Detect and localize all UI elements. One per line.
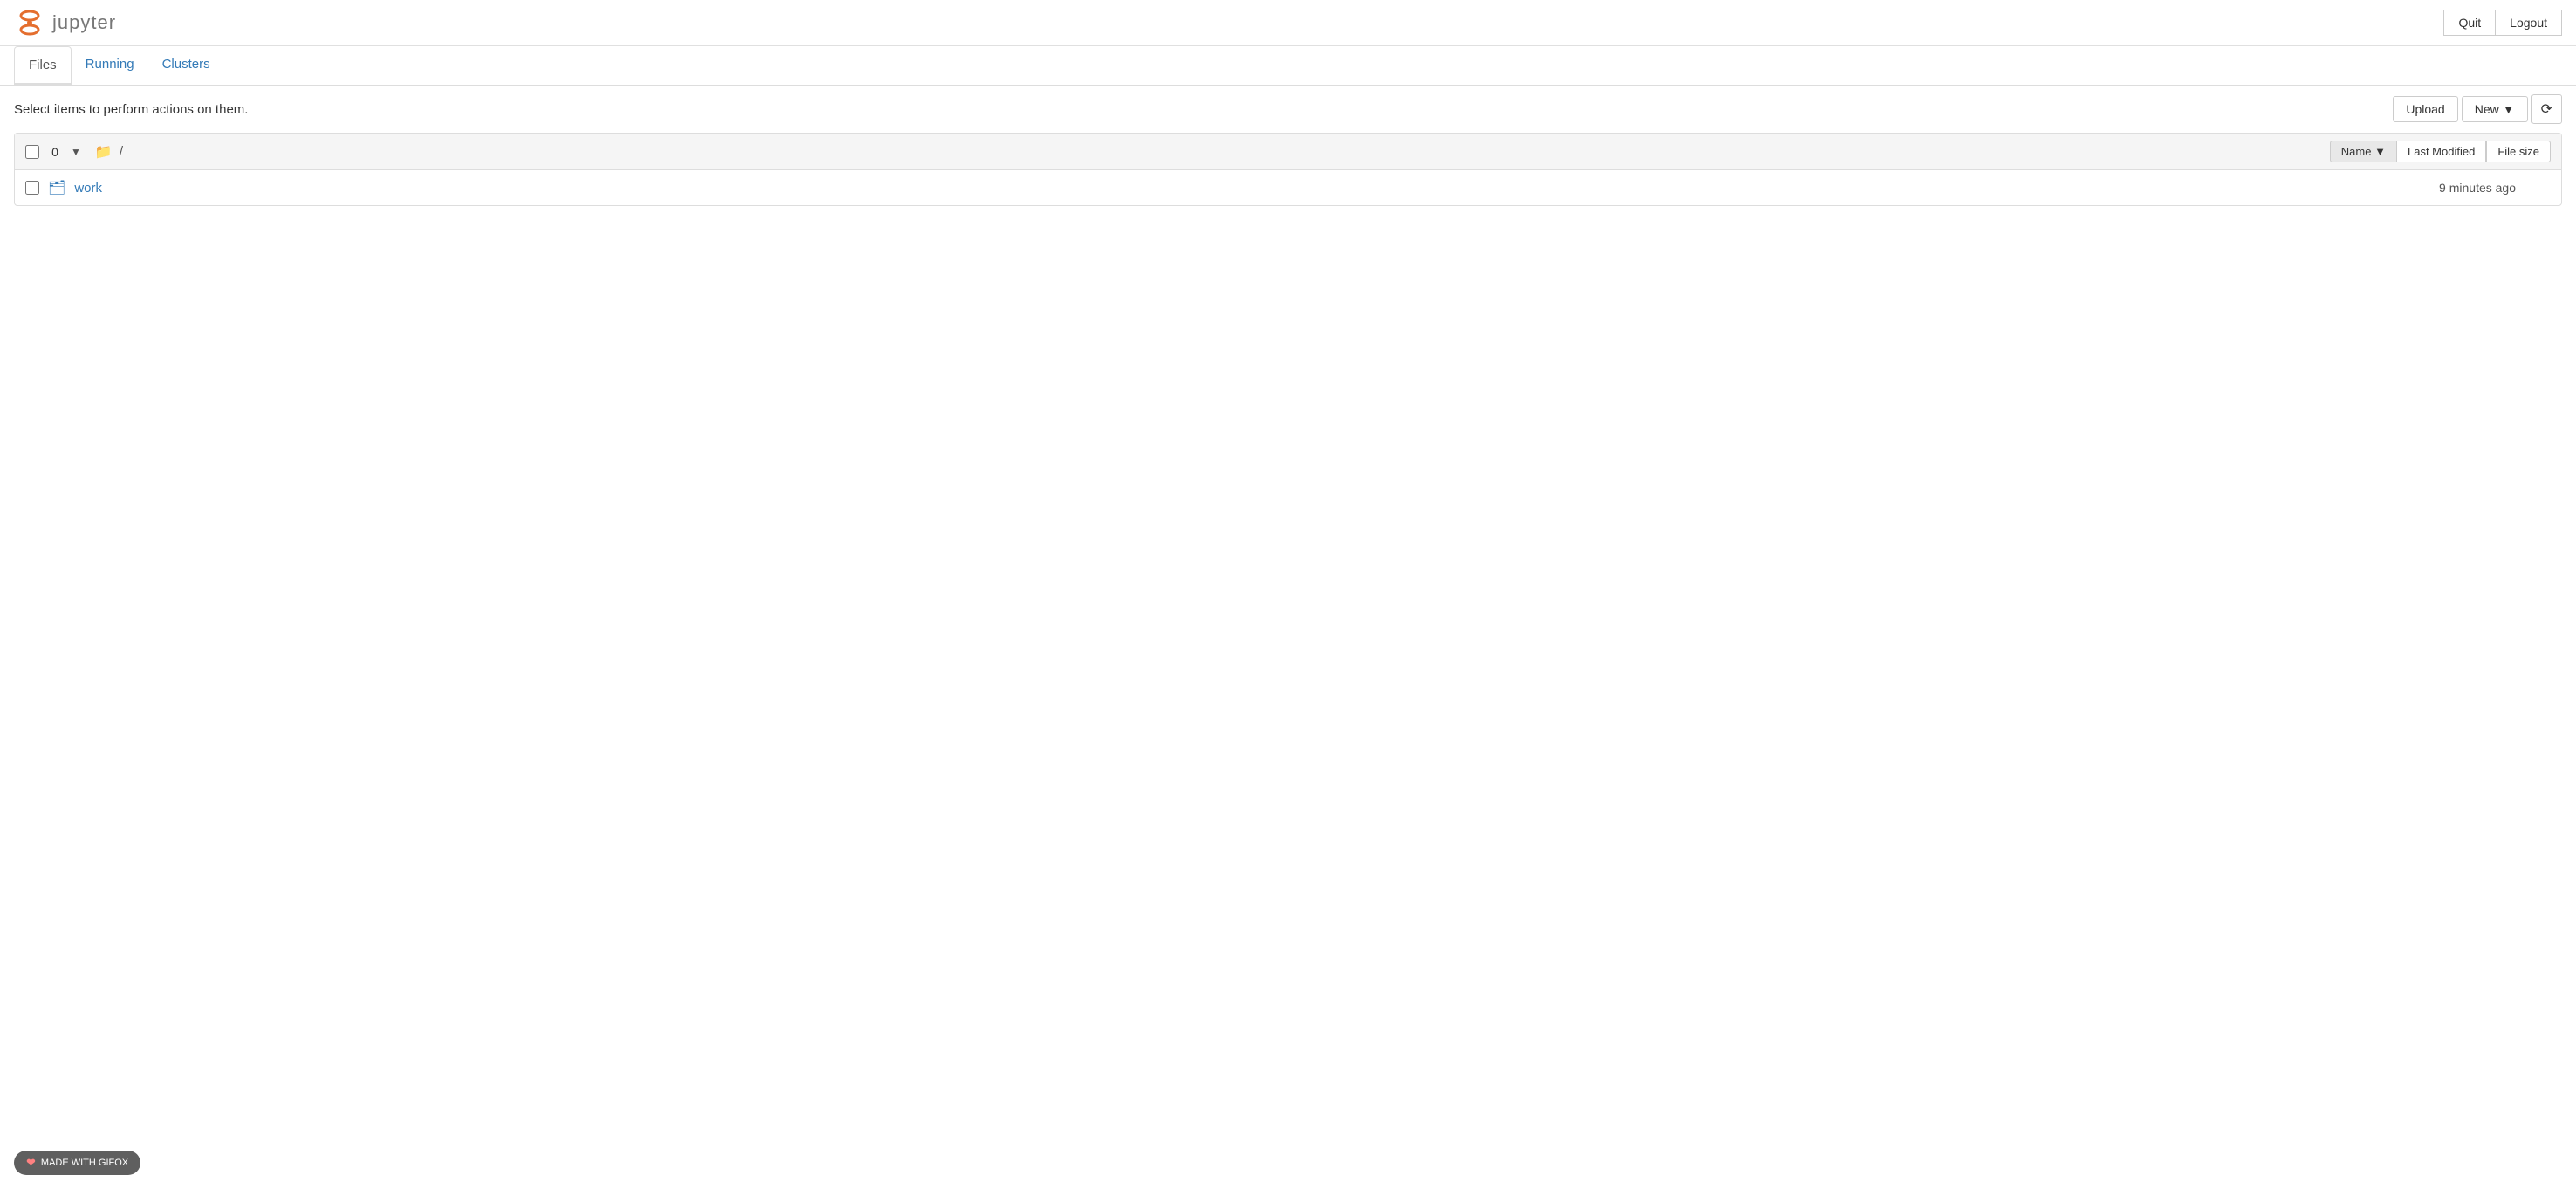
row-checkbox[interactable]: [25, 181, 39, 195]
toolbar: Select items to perform actions on them.…: [0, 86, 2576, 133]
new-label: New: [2475, 102, 2499, 116]
tab-running[interactable]: Running: [72, 46, 148, 86]
file-link[interactable]: work: [74, 181, 102, 196]
table-row: 🗂 work 9 minutes ago: [15, 170, 2561, 205]
tab-files[interactable]: Files: [14, 46, 72, 86]
sort-size-button[interactable]: File size: [2486, 141, 2551, 162]
tabs-bar: Files Running Clusters: [0, 46, 2576, 86]
file-list-header-left: 0 ▼ 📁 /: [25, 143, 2330, 161]
logout-button[interactable]: Logout: [2495, 10, 2562, 36]
folder-path-icon: 📁: [95, 143, 113, 161]
new-dropdown-icon: ▼: [2503, 102, 2515, 116]
quit-button[interactable]: Quit: [2443, 10, 2495, 36]
tab-clusters[interactable]: Clusters: [148, 46, 224, 86]
file-list-container: 0 ▼ 📁 / Name ▼ Last Modified File size 🗂…: [14, 133, 2562, 206]
file-list-header-right: Name ▼ Last Modified File size: [2330, 141, 2551, 162]
watermark-heart-icon: ❤: [26, 1156, 36, 1170]
header: jupyter Quit Logout: [0, 0, 2576, 46]
header-buttons: Quit Logout: [2443, 10, 2562, 36]
select-message: Select items to perform actions on them.: [14, 102, 248, 117]
sort-modified-button[interactable]: Last Modified: [2396, 141, 2486, 162]
watermark: ❤ MADE WITH GIFOX: [14, 1151, 140, 1175]
file-list-header: 0 ▼ 📁 / Name ▼ Last Modified File size: [15, 134, 2561, 170]
jupyter-logo-icon: [14, 7, 45, 38]
sort-name-arrow: ▼: [2374, 145, 2386, 158]
logo-text: jupyter: [52, 11, 116, 34]
folder-icon: 🗂: [48, 179, 65, 196]
watermark-text: MADE WITH GIFOX: [41, 1158, 128, 1168]
path-separator: /: [120, 144, 123, 159]
logo: jupyter: [14, 7, 116, 38]
sort-name-button[interactable]: Name ▼: [2330, 141, 2396, 162]
select-all-checkbox[interactable]: [25, 145, 39, 159]
new-button[interactable]: New ▼: [2462, 96, 2528, 122]
upload-button[interactable]: Upload: [2393, 96, 2457, 122]
file-row-left: 🗂 work: [25, 179, 2376, 196]
toolbar-right: Upload New ▼ ⟳: [2393, 94, 2562, 124]
count-dropdown-icon[interactable]: ▼: [71, 146, 81, 158]
refresh-button[interactable]: ⟳: [2531, 94, 2562, 124]
file-rows: 🗂 work 9 minutes ago: [15, 170, 2561, 205]
selected-count: 0: [46, 145, 64, 159]
file-modified: 9 minutes ago: [2376, 181, 2551, 195]
